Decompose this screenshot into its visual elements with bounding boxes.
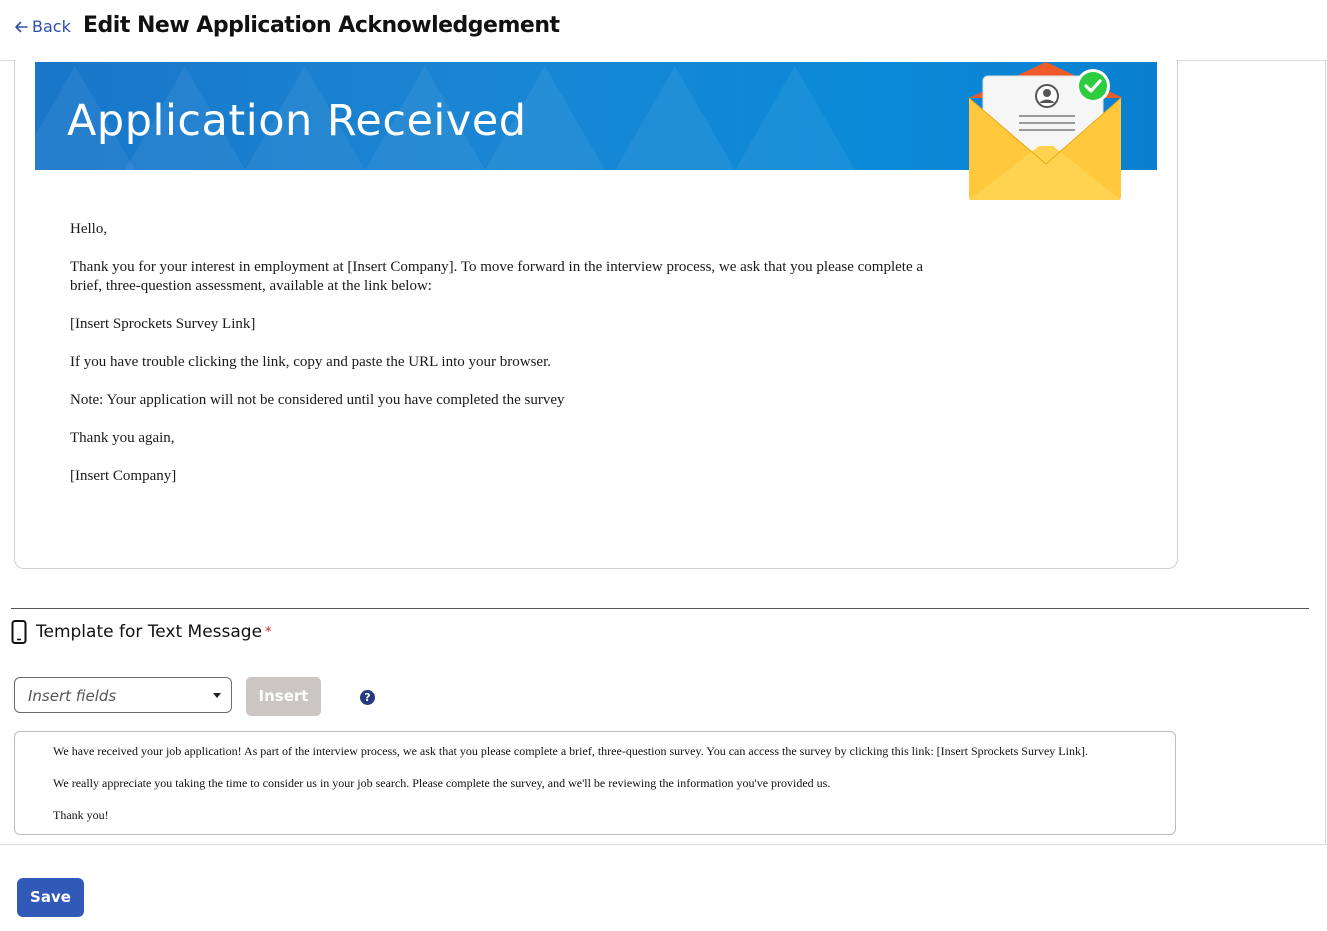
insert-fields-placeholder: Insert fields [28,687,117,705]
email-preview-card[interactable]: Application Received Hello, Thank you fo… [14,60,1178,569]
sms-template-heading: Template for Text Message * [11,620,272,644]
save-button[interactable]: Save [17,878,84,917]
banner-pattern [615,66,735,170]
email-signature: [Insert Company] [70,468,177,484]
email-greeting: Hello, [70,221,108,237]
banner-pattern [735,66,855,170]
email-signoff: Thank you again, [70,430,175,446]
email-paragraph: If you have trouble clicking the link, c… [70,354,551,370]
envelope-check-icon [967,60,1125,202]
chevron-down-icon [213,693,221,698]
email-preview-content: Application Received Hello, Thank you fo… [15,60,1177,526]
sms-message-textarea[interactable]: We have received your job application! A… [14,731,1176,835]
footer-divider [0,844,1327,845]
app-root: Back Edit New Application Acknowledgemen… [0,0,1327,931]
sms-line: We have received your job application! A… [53,744,1088,758]
sms-message-content: We have received your job application! A… [53,744,1163,840]
email-note: Note: Your application will not be consi… [70,392,565,408]
back-link[interactable]: Back [13,17,71,36]
sms-heading-label: Template for Text Message [36,622,263,642]
email-body: Hello, Thank you for your interest in em… [70,220,930,505]
sms-line: Thank you! [53,808,109,822]
page-title: Edit New Application Acknowledgement [83,13,560,38]
right-divider [1325,60,1326,845]
required-marker: * [265,624,272,640]
banner-title: Application Received [67,96,527,146]
back-link-label: Back [32,17,71,36]
section-divider [11,608,1309,609]
arrow-left-icon [15,21,28,32]
email-paragraph: Thank you for your interest in employmen… [70,259,924,294]
help-icon[interactable]: ? [360,690,375,705]
page-header: Back Edit New Application Acknowledgemen… [0,0,1327,61]
insert-button[interactable]: Insert [246,677,321,716]
insert-fields-select[interactable]: Insert fields [14,677,232,713]
email-survey-link: [Insert Sprockets Survey Link] [70,316,256,332]
sms-line: We really appreciate you taking the time… [53,776,831,790]
phone-icon [11,620,27,644]
